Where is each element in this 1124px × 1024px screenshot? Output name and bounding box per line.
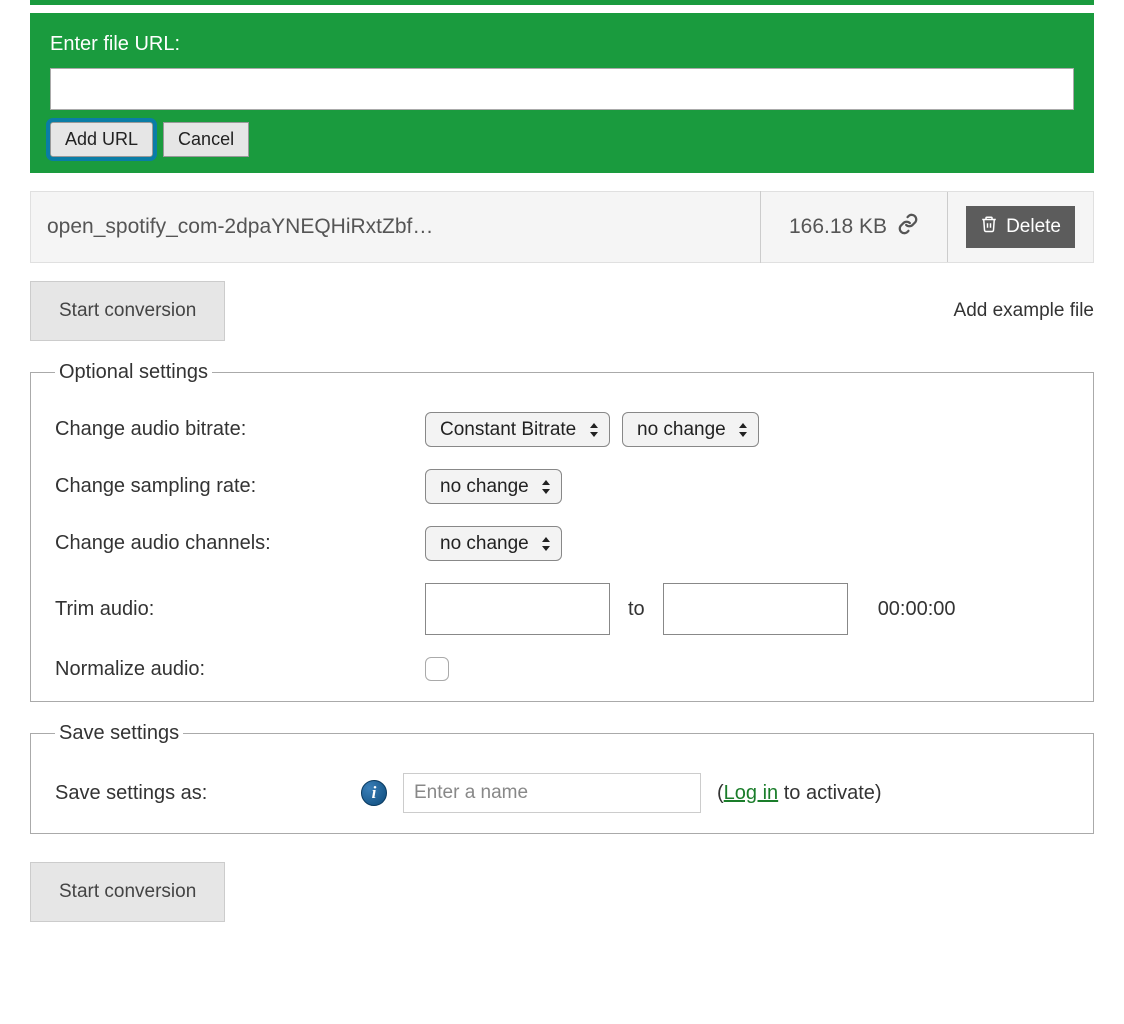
file-name: open_spotify_com-2dpaYNEQHiRxtZbf…: [31, 191, 761, 263]
login-note: (Log in to activate): [717, 782, 882, 805]
channels-select[interactable]: no change: [425, 526, 562, 561]
file-size-text: 166.18 KB: [789, 215, 887, 239]
delete-button[interactable]: Delete: [966, 206, 1075, 248]
add-url-button[interactable]: Add URL: [50, 122, 153, 157]
file-size-cell: 166.18 KB: [761, 192, 948, 262]
save-settings-fieldset: Save settings Save settings as: i (Log i…: [30, 722, 1094, 834]
channels-label: Change audio channels:: [55, 532, 425, 555]
sampling-label: Change sampling rate:: [55, 475, 425, 498]
delete-label: Delete: [1006, 216, 1061, 238]
optional-settings-legend: Optional settings: [55, 361, 212, 384]
url-input[interactable]: [50, 68, 1074, 110]
info-icon[interactable]: i: [361, 780, 387, 806]
settings-name-input[interactable]: [403, 773, 701, 813]
start-conversion-top-button[interactable]: Start conversion: [30, 281, 225, 341]
normalize-checkbox[interactable]: [425, 657, 449, 681]
trim-separator: to: [628, 598, 645, 621]
url-entry-panel: Enter file URL: Add URL Cancel: [30, 13, 1094, 173]
add-example-file-link[interactable]: Add example file: [954, 300, 1094, 322]
bitrate-mode-select[interactable]: Constant Bitrate: [425, 412, 610, 447]
trash-icon: [980, 214, 998, 240]
trim-label: Trim audio:: [55, 598, 425, 621]
url-input-label: Enter file URL:: [50, 33, 1074, 56]
top-accent-bar: [30, 0, 1094, 5]
trim-from-input[interactable]: [425, 583, 610, 635]
start-conversion-bottom-button[interactable]: Start conversion: [30, 862, 225, 922]
bitrate-value-select[interactable]: no change: [622, 412, 759, 447]
trim-duration: 00:00:00: [878, 598, 956, 621]
sampling-select[interactable]: no change: [425, 469, 562, 504]
optional-settings-fieldset: Optional settings Change audio bitrate: …: [30, 361, 1094, 702]
trim-to-input[interactable]: [663, 583, 848, 635]
cancel-button[interactable]: Cancel: [163, 122, 249, 157]
login-link[interactable]: Log in: [724, 782, 779, 804]
save-settings-legend: Save settings: [55, 722, 183, 745]
bitrate-label: Change audio bitrate:: [55, 418, 425, 441]
normalize-label: Normalize audio:: [55, 658, 425, 681]
link-icon: [897, 213, 919, 241]
save-as-label: Save settings as:: [55, 782, 345, 805]
file-row: open_spotify_com-2dpaYNEQHiRxtZbf… 166.1…: [30, 191, 1094, 263]
